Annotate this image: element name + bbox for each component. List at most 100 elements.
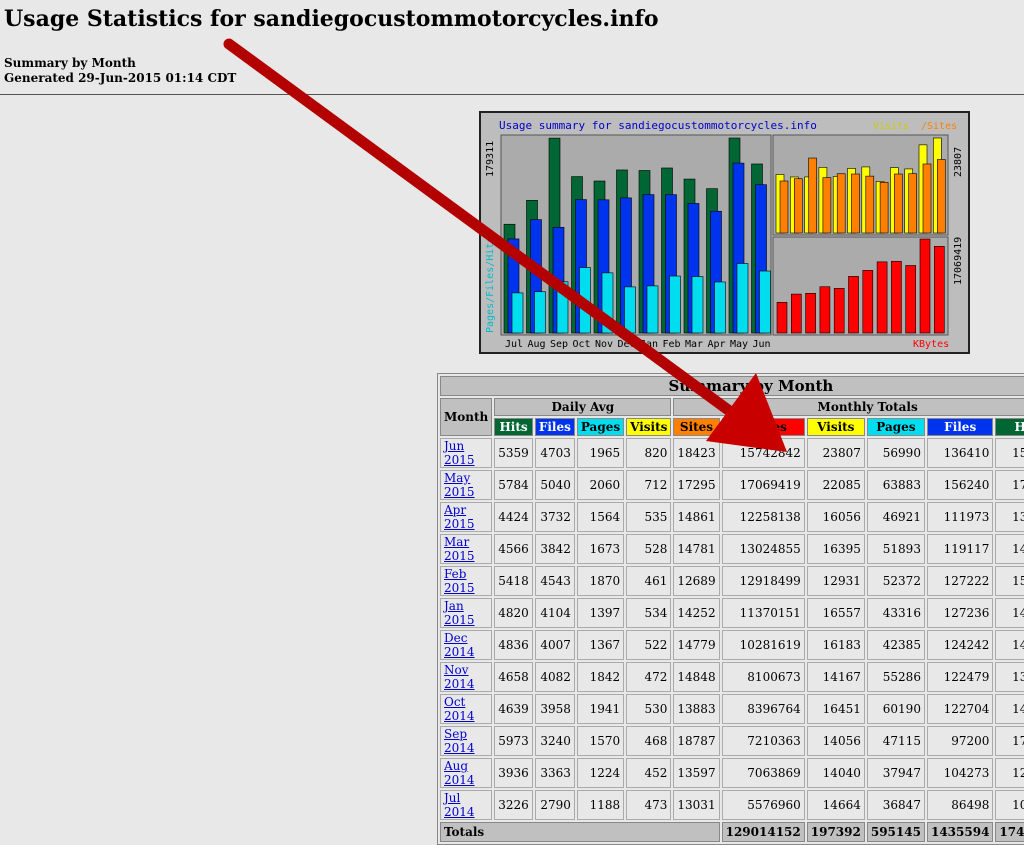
month-link[interactable]: Feb 2015 — [444, 567, 475, 595]
cell-total-hits: 151728 — [995, 566, 1024, 596]
month-cell: Apr 2015 — [440, 502, 493, 532]
cell-total-pages: 43316 — [866, 598, 925, 628]
bar-kbytes-sep — [805, 292, 816, 334]
month-link[interactable]: Aug 2014 — [444, 759, 475, 787]
cell-total-sites: 13883 — [673, 694, 720, 724]
cell-total-files: 104273 — [926, 758, 994, 788]
cell-total-pages: 42385 — [866, 630, 925, 660]
cell-avg-hits: 3936 — [494, 758, 533, 788]
cell-total-sites: 18787 — [673, 726, 720, 756]
legend-sites: /Sites — [921, 121, 957, 132]
month-header: Month — [440, 398, 493, 436]
cell-total-files: 86498 — [926, 790, 994, 820]
cell-total-files: 127222 — [926, 566, 994, 596]
cell-total-hits: 179193 — [995, 726, 1024, 756]
cell-avg-hits: 5418 — [494, 566, 533, 596]
cell-total-files: 122704 — [926, 694, 994, 724]
month-cell: Feb 2015 — [440, 566, 493, 596]
x-tick-oct: Oct — [572, 339, 590, 350]
cell-avg-visits: 534 — [626, 598, 672, 628]
cell-total-visits: 14056 — [806, 726, 865, 756]
x-tick-jan: Jan — [640, 339, 658, 350]
cell-total-pages: 47115 — [866, 726, 925, 756]
cell-total-files: 119117 — [926, 534, 994, 564]
cell-total-hits: 132738 — [995, 502, 1024, 532]
bar-sites-sep — [808, 157, 817, 234]
cell-avg-files: 3958 — [534, 694, 575, 724]
total-cell: 595145 — [866, 822, 925, 842]
bar-sites-mar — [894, 173, 903, 234]
month-link[interactable]: May 2015 — [444, 471, 475, 499]
max-visits-label: 23807 — [953, 147, 964, 177]
x-tick-feb: Feb — [662, 339, 680, 350]
cell-total-pages: 37947 — [866, 758, 925, 788]
cell-avg-pages: 1842 — [576, 662, 625, 692]
cell-avg-files: 4082 — [534, 662, 575, 692]
cell-avg-hits: 4836 — [494, 630, 533, 660]
month-link[interactable]: Jul 2014 — [444, 791, 475, 819]
cell-avg-visits: 452 — [626, 758, 672, 788]
cell-avg-files: 3363 — [534, 758, 575, 788]
month-link[interactable]: Jan 2015 — [444, 599, 475, 627]
month-link[interactable]: Jun 2015 — [444, 439, 475, 467]
cell-avg-visits: 535 — [626, 502, 672, 532]
month-link[interactable]: Nov 2014 — [444, 663, 475, 691]
cell-avg-pages: 1570 — [576, 726, 625, 756]
total-cell: 1744927 — [995, 822, 1024, 842]
cell-avg-visits: 530 — [626, 694, 672, 724]
month-link[interactable]: Apr 2015 — [444, 503, 475, 531]
cell-total-sites: 14848 — [673, 662, 720, 692]
page-title: Usage Statistics for sandiegocustommotor… — [4, 6, 659, 32]
month-cell: Mar 2015 — [440, 534, 493, 564]
month-cell: Oct 2014 — [440, 694, 493, 724]
table-row: Feb 2015 5418 4543 1870 461 12689 12918499 1293… — [440, 566, 1024, 596]
cell-total-hits: 141557 — [995, 534, 1024, 564]
col-header-total-sites: Sites — [673, 418, 720, 436]
x-tick-dec: Dec — [617, 339, 635, 350]
cell-total-visits: 14040 — [806, 758, 865, 788]
bar-kbytes-nov — [833, 288, 845, 334]
cell-avg-pages: 1941 — [576, 694, 625, 724]
cell-avg-files: 2790 — [534, 790, 575, 820]
month-link[interactable]: Dec 2014 — [444, 631, 475, 659]
cell-total-sites: 13597 — [673, 758, 720, 788]
month-cell: Nov 2014 — [440, 662, 493, 692]
cell-avg-files: 4543 — [534, 566, 575, 596]
month-link[interactable]: Sep 2014 — [444, 727, 475, 755]
cell-avg-hits: 4424 — [494, 502, 533, 532]
cell-avg-visits: 712 — [626, 470, 672, 500]
month-link[interactable]: Oct 2014 — [444, 695, 475, 723]
x-tick-sep: Sep — [550, 339, 568, 350]
x-tick-aug: Aug — [527, 339, 545, 350]
legend-visits: Visits — [873, 121, 909, 132]
cell-total-sites: 14781 — [673, 534, 720, 564]
bar-pages-nov — [601, 272, 614, 334]
max-kbytes-label: 17069419 — [953, 237, 964, 285]
bar-sites-jun — [936, 159, 946, 234]
cell-avg-files: 3732 — [534, 502, 575, 532]
cell-total-visits: 23807 — [806, 438, 865, 468]
cell-total-kbytes: 11370151 — [721, 598, 805, 628]
cell-avg-hits: 5359 — [494, 438, 533, 468]
cell-avg-hits: 4820 — [494, 598, 533, 628]
cell-total-files: 156240 — [926, 470, 994, 500]
x-tick-apr: Apr — [707, 339, 725, 350]
month-cell: Dec 2014 — [440, 630, 493, 660]
cell-total-hits: 100009 — [995, 790, 1024, 820]
table-row: Apr 2015 4424 3732 1564 535 14861 12258138 1605… — [440, 502, 1024, 532]
bar-sites-feb — [879, 182, 889, 234]
bar-kbytes-jul — [776, 301, 788, 334]
cell-total-sites: 18423 — [673, 438, 720, 468]
bar-kbytes-aug — [790, 293, 802, 334]
cell-total-sites: 14779 — [673, 630, 720, 660]
month-link[interactable]: Mar 2015 — [444, 535, 475, 563]
x-tick-may: May — [730, 339, 748, 350]
col-header-total-visits: Visits — [806, 418, 865, 436]
cell-total-visits: 16056 — [806, 502, 865, 532]
cell-total-kbytes: 5576960 — [721, 790, 805, 820]
cell-total-pages: 52372 — [866, 566, 925, 596]
cell-avg-files: 4007 — [534, 630, 575, 660]
cell-total-kbytes: 17069419 — [721, 470, 805, 500]
cell-avg-visits: 472 — [626, 662, 672, 692]
col-header-avg-hits: Hits — [494, 418, 533, 436]
